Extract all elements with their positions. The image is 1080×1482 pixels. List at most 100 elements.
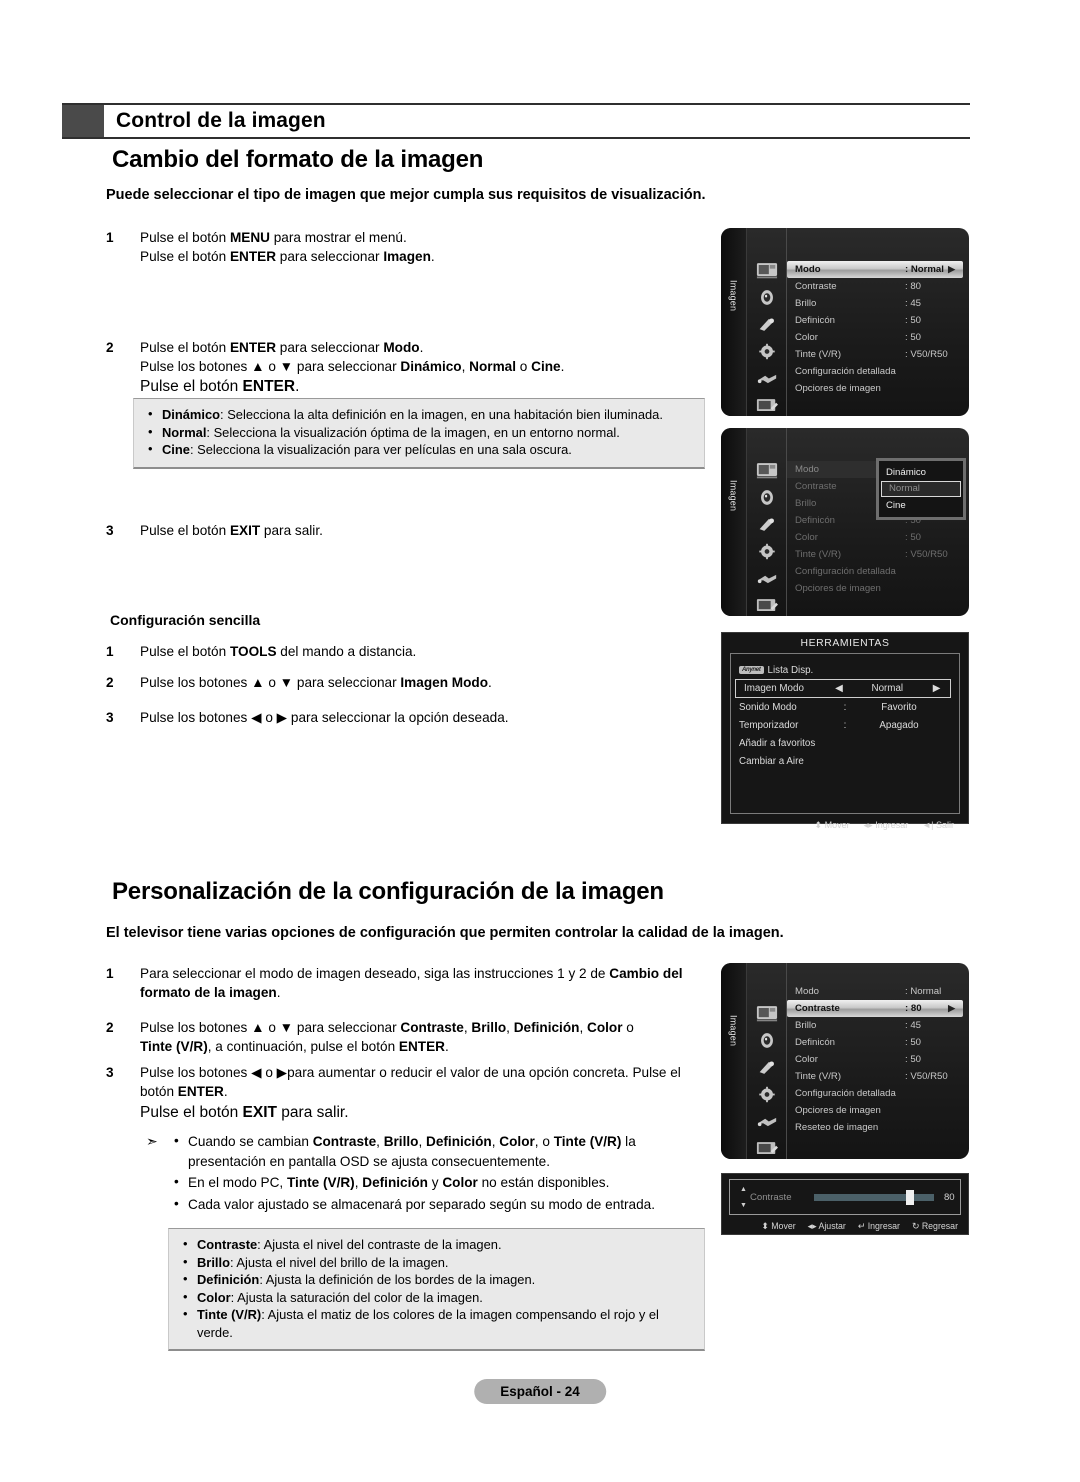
t: Cuando se cambian (188, 1134, 313, 1149)
osd-row-opciones[interactable]: Opciores de imagen (787, 380, 963, 397)
sound-icon[interactable] (756, 489, 778, 506)
slider-track[interactable] (813, 1189, 934, 1205)
glossary-term: Contraste (197, 1237, 258, 1252)
contrast-slider-panel[interactable]: ▲ ▼ Contraste 80 ⬍ Mover ◂▸ Ajustar ↵ Ing… (721, 1173, 969, 1235)
t: Para seleccionar el modo de imagen desea… (140, 966, 610, 981)
osd-rail-label: Imagen (728, 480, 739, 512)
channel-icon[interactable] (756, 516, 778, 533)
osd-row-config-detallada[interactable]: Configuración detallada (787, 363, 963, 380)
mode-dropdown[interactable]: Dinámico Normal Cine (876, 458, 966, 520)
tools-row-blank (731, 770, 959, 788)
opt-tinte: Tinte (V/R) (140, 1039, 208, 1054)
osd-row-tinte[interactable]: Tinte (V/R): V50/R50 (787, 546, 963, 563)
sound-icon[interactable] (756, 1032, 778, 1049)
enter-icon: ↵ (857, 1221, 866, 1231)
input-plug-icon[interactable] (756, 570, 778, 587)
osd-row-config-detallada[interactable]: Configuración detallada (787, 1085, 963, 1102)
osd-row-color[interactable]: Color: 50 (787, 329, 963, 346)
osd-row-color[interactable]: Color: 50 (787, 1051, 963, 1068)
osd-row-modo[interactable]: Modo: Normal (787, 983, 963, 1000)
section-title-1: Cambio del formato de la imagen (112, 146, 484, 173)
note-desc: : Selecciona la alta definición en la im… (220, 407, 663, 422)
osd-row-label: Definicón (795, 1037, 835, 1048)
input-plug-icon[interactable] (756, 370, 778, 387)
opt-definicion: Definición (426, 1134, 492, 1149)
updown-arrows-icon: ▲ ▼ (740, 1185, 747, 1209)
osd-picture-menu-3[interactable]: Imagen Modo: Normal Contraste: 80 ▶ Brill… (721, 963, 969, 1159)
osd-rows: Modo: Normal ▶ Contraste: 80 Brillo: 45 D… (787, 261, 963, 397)
osd-row-contraste[interactable]: Contraste: 80 ▶ (787, 1000, 963, 1017)
input-plug-icon[interactable] (756, 1113, 778, 1130)
tools-row-sep: : (843, 719, 847, 731)
setup-gear-icon[interactable] (756, 343, 778, 360)
tools-row-anadir-favoritos[interactable]: Añadir a favoritos (731, 734, 959, 752)
picture-icon[interactable] (756, 1005, 778, 1022)
tools-row-imagen-modo[interactable]: Imagen Modo ◀ Normal ▶ (735, 679, 951, 698)
step-text: Pulse el botón ENTER para seleccionar Mo… (140, 338, 564, 398)
osd-row-opciones[interactable]: Opciores de imagen (787, 1102, 963, 1119)
osd-rail: Imagen (721, 963, 747, 1159)
osd-row-value: : 50 (905, 1054, 922, 1065)
osd-row-contraste[interactable]: Contraste: 80 (787, 278, 963, 295)
kbd-tools: TOOLS (229, 644, 277, 659)
note-item: En el modo PC, Tinte (V/R), Definición y… (172, 1172, 702, 1193)
support-icon[interactable] (756, 397, 778, 414)
osd-rail: Imagen (721, 428, 747, 616)
slider-row[interactable]: ▲ ▼ Contraste 80 (729, 1179, 961, 1215)
dropdown-option-dinamico[interactable]: Dinámico (879, 464, 963, 481)
tools-row-sonido-modo[interactable]: Sonido Modo : Favorito (731, 698, 959, 716)
tools-row-temporizador[interactable]: Temporizador : Apagado (731, 716, 959, 734)
picture-icon[interactable] (756, 262, 778, 279)
support-icon[interactable] (756, 597, 778, 614)
note-desc: : Selecciona la visualización para ver p… (189, 442, 572, 457)
osd-row-value: : Normal (905, 986, 942, 997)
page-footer: Español - 24 (474, 1379, 606, 1404)
channel-icon[interactable] (756, 1059, 778, 1076)
note-desc: : Selecciona la visualización óptima de … (206, 424, 620, 440)
t: para salir. (260, 523, 323, 538)
setup-gear-icon[interactable] (756, 543, 778, 560)
t: . (445, 1039, 449, 1054)
channel-icon[interactable] (756, 316, 778, 333)
chevron-right-icon[interactable]: ▶ (923, 683, 950, 694)
opt-brillo: Brillo (383, 1134, 419, 1149)
osd-row-tinte[interactable]: Tinte (V/R): V50/R50 (787, 346, 963, 363)
slider-knob[interactable] (905, 1189, 914, 1205)
dropdown-option-cine[interactable]: Cine (879, 497, 963, 514)
tools-row-sep: : (843, 701, 847, 713)
osd-row-definicion[interactable]: Definicón: 50 (787, 1034, 963, 1051)
osd-row-reseteo[interactable]: Reseteo de imagen (787, 1119, 963, 1136)
osd-row-label: Configuración detallada (795, 1088, 896, 1099)
tools-row-label: Temporizador (739, 719, 799, 731)
osd-row-config-detallada[interactable]: Configuración detallada (787, 563, 963, 580)
chevron-left-icon[interactable]: ◀ (826, 683, 851, 694)
osd-row-modo[interactable]: Modo: Normal ▶ (787, 261, 963, 278)
osd-row-color[interactable]: Color: 50 (787, 529, 963, 546)
tools-row-label: Sonido Modo (739, 701, 797, 713)
osd-picture-menu-2[interactable]: Imagen Modo: Contraste: Brillo: Definicó… (721, 428, 969, 616)
hint-ingresar: ◂▸ Ingresar (864, 820, 909, 831)
step-2-2: 2 Pulse los botones ▲ o ▼ para seleccion… (106, 1018, 721, 1056)
osd-row-opciones[interactable]: Opciores de imagen (787, 580, 963, 597)
osd-row-value: : 45 (905, 1020, 922, 1031)
osd-icon-column (747, 963, 787, 1159)
osd-row-definicion[interactable]: Definicón: 50 (787, 312, 963, 329)
osd-row-tinte[interactable]: Tinte (V/R): V50/R50 (787, 1068, 963, 1085)
setup-gear-icon[interactable] (756, 1086, 778, 1103)
t: . (223, 1084, 228, 1099)
t: Pulse el botón (140, 249, 230, 264)
osd-row-brillo[interactable]: Brillo: 45 (787, 1017, 963, 1034)
tools-panel[interactable]: HERRAMIENTAS Anynet Lista Disp. Imagen Mo… (721, 632, 969, 830)
menu-imagen: Imagen (383, 249, 431, 264)
support-icon[interactable] (756, 1140, 778, 1157)
tools-row-cambiar-aire[interactable]: Cambiar a Aire (731, 752, 959, 770)
osd-picture-menu-1[interactable]: Imagen Modo: Normal ▶ Contraste: 80 Brill… (721, 228, 969, 416)
sound-icon[interactable] (756, 289, 778, 306)
kbd-menu: MENU (229, 230, 270, 245)
picture-icon[interactable] (756, 462, 778, 479)
tools-row-lista-disp[interactable]: Anynet Lista Disp. (731, 661, 959, 679)
note-term: Dinámico (162, 407, 221, 422)
dropdown-option-normal[interactable]: Normal (881, 481, 961, 497)
t: Pulse los botones ▲ o ▼ para seleccionar (140, 675, 401, 690)
osd-row-brillo[interactable]: Brillo: 45 (787, 295, 963, 312)
